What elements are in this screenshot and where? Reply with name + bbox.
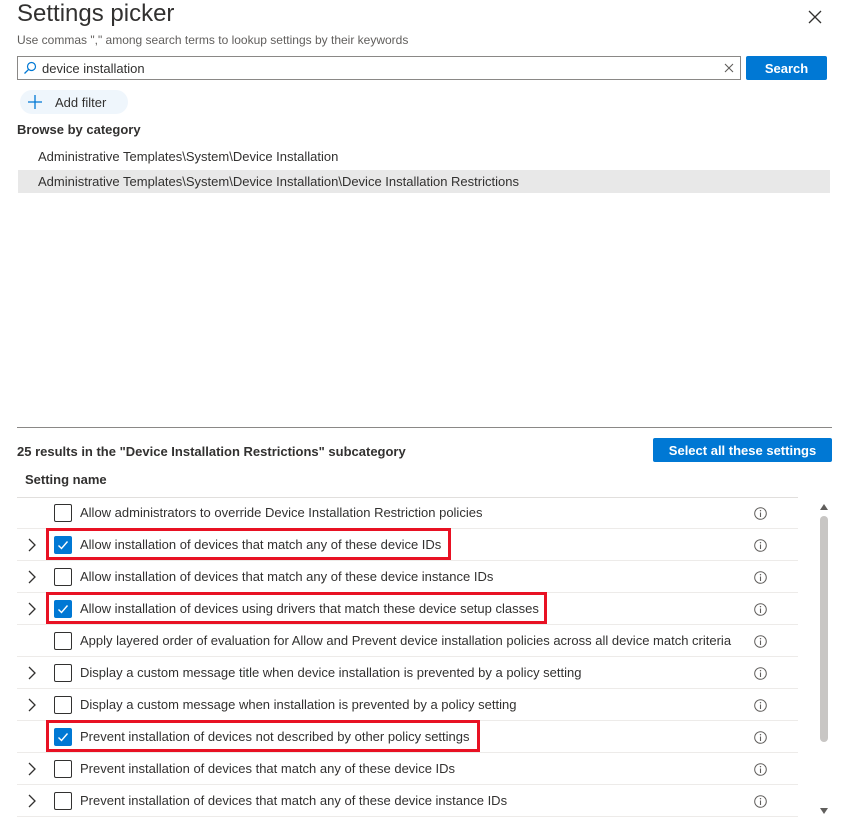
- scrollbar-thumb[interactable]: [820, 516, 828, 742]
- setting-checkbox[interactable]: [54, 664, 72, 682]
- info-icon[interactable]: [754, 763, 767, 776]
- setting-row[interactable]: Prevent installation of devices that mat…: [17, 785, 798, 817]
- close-icon[interactable]: [806, 8, 824, 26]
- info-icon[interactable]: [754, 571, 767, 584]
- highlight-box: [46, 720, 480, 752]
- info-icon[interactable]: [754, 667, 767, 680]
- clear-icon[interactable]: [723, 62, 735, 74]
- setting-label: Prevent installation of devices that mat…: [80, 793, 508, 808]
- add-filter-label: Add filter: [55, 95, 107, 110]
- plus-icon: [28, 95, 42, 109]
- search-button[interactable]: Search: [746, 56, 827, 80]
- chevron-right-icon[interactable]: [27, 762, 37, 776]
- chevron-right-icon[interactable]: [27, 538, 37, 552]
- setting-checkbox[interactable]: [54, 696, 72, 714]
- category-item-selected[interactable]: Administrative Templates\System\Device I…: [18, 170, 830, 193]
- column-header-setting-name[interactable]: Setting name: [25, 472, 107, 487]
- info-icon[interactable]: [754, 795, 767, 808]
- search-icon: [24, 61, 37, 74]
- setting-row[interactable]: Prevent installation of devices that mat…: [17, 753, 798, 785]
- scroll-up-icon[interactable]: [819, 502, 829, 512]
- setting-label: Allow installation of devices that match…: [80, 569, 494, 584]
- browse-heading: Browse by category: [17, 122, 141, 137]
- info-icon[interactable]: [754, 635, 767, 648]
- highlight-box: [46, 592, 547, 624]
- setting-checkbox[interactable]: [54, 760, 72, 778]
- chevron-right-icon[interactable]: [27, 602, 37, 616]
- setting-checkbox[interactable]: [54, 504, 72, 522]
- scroll-down-icon[interactable]: [819, 806, 829, 816]
- setting-row[interactable]: Display a custom message when installati…: [17, 689, 798, 721]
- setting-row[interactable]: Apply layered order of evaluation for Al…: [17, 625, 798, 657]
- setting-row[interactable]: Allow administrators to override Device …: [17, 497, 798, 529]
- highlight-box: [46, 528, 451, 560]
- select-all-button[interactable]: Select all these settings: [653, 438, 832, 462]
- info-icon[interactable]: [754, 539, 767, 552]
- search-input[interactable]: [42, 59, 712, 77]
- chevron-right-icon[interactable]: [27, 666, 37, 680]
- page-title: Settings picker: [17, 0, 175, 27]
- setting-label: Allow administrators to override Device …: [80, 505, 483, 520]
- setting-label: Apply layered order of evaluation for Al…: [80, 633, 732, 648]
- add-filter-button[interactable]: Add filter: [20, 90, 128, 114]
- info-icon[interactable]: [754, 507, 767, 520]
- setting-label: Display a custom message title when devi…: [80, 665, 582, 680]
- category-item[interactable]: Administrative Templates\System\Device I…: [18, 145, 830, 168]
- chevron-right-icon[interactable]: [27, 794, 37, 808]
- setting-checkbox[interactable]: [54, 632, 72, 650]
- results-summary: 25 results in the "Device Installation R…: [17, 444, 406, 459]
- setting-checkbox[interactable]: [54, 568, 72, 586]
- info-icon[interactable]: [754, 699, 767, 712]
- info-icon[interactable]: [754, 731, 767, 744]
- setting-row[interactable]: Allow installation of devices that match…: [17, 561, 798, 593]
- setting-row[interactable]: Display a custom message title when devi…: [17, 657, 798, 689]
- section-divider: [17, 427, 832, 428]
- info-icon[interactable]: [754, 603, 767, 616]
- search-field[interactable]: [17, 56, 741, 80]
- setting-label: Display a custom message when installati…: [80, 697, 517, 712]
- setting-label: Prevent installation of devices that mat…: [80, 761, 456, 776]
- chevron-right-icon[interactable]: [27, 698, 37, 712]
- page-subtitle: Use commas "," among search terms to loo…: [17, 33, 409, 47]
- chevron-right-icon[interactable]: [27, 570, 37, 584]
- setting-checkbox[interactable]: [54, 792, 72, 810]
